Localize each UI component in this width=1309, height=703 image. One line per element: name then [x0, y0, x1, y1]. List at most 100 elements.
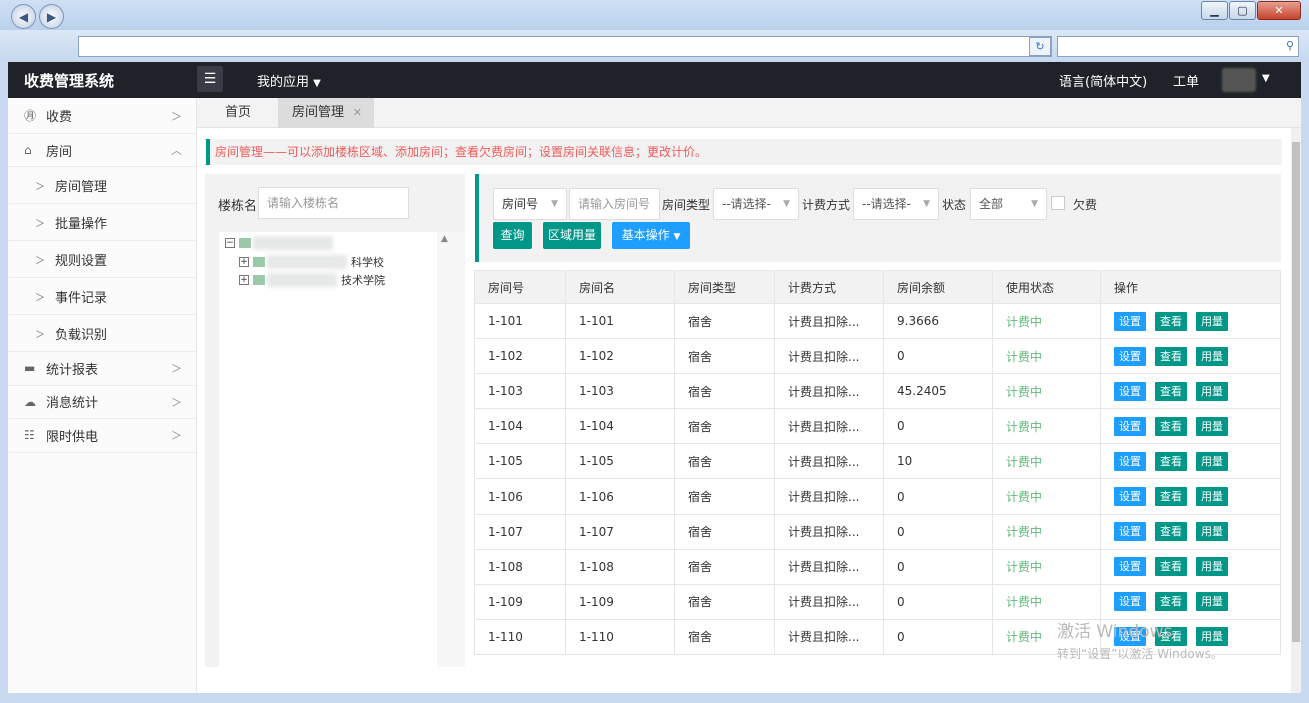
area-usage-button[interactable]: 区域用量	[543, 222, 601, 249]
view-button[interactable]: 查看	[1155, 346, 1187, 366]
tree-node[interactable]: + 科学校	[239, 254, 384, 270]
user-chevron-down-icon[interactable]: ▼	[1262, 73, 1270, 84]
room-number-input[interactable]: 请输入房间号	[569, 188, 660, 220]
tree-node[interactable]: + 技术学院	[239, 272, 385, 288]
sidebar-subitem-batch[interactable]: ＞ 批量操作	[8, 204, 196, 241]
room-name-cell: 1-101	[565, 302, 675, 340]
set-button[interactable]: 设置	[1114, 487, 1146, 507]
set-button[interactable]: 设置	[1114, 522, 1146, 542]
sidebar-subitem-load[interactable]: ＞ 负载识别	[8, 315, 196, 352]
view-button[interactable]: 查看	[1155, 416, 1187, 436]
sidebar-subitem-room-management[interactable]: ＞ 房间管理	[8, 167, 196, 204]
actions-cell: 设置 查看 用量	[1100, 583, 1281, 620]
usage-button[interactable]: 用量	[1196, 311, 1228, 331]
close-icon[interactable]: ✕	[353, 98, 362, 128]
ticket-link[interactable]: 工单	[1173, 71, 1199, 90]
billing-select[interactable]: --请选择- ▼	[853, 188, 939, 220]
view-button[interactable]: 查看	[1155, 592, 1187, 612]
view-button[interactable]: 查看	[1155, 522, 1187, 542]
usage-button[interactable]: 用量	[1196, 487, 1228, 507]
menu-toggle-icon[interactable]: ☰	[197, 66, 223, 92]
set-button[interactable]: 设置	[1114, 346, 1146, 366]
set-button[interactable]: 设置	[1114, 311, 1146, 331]
table-row[interactable]: 1-108 1-108 宿舍 计费且扣除... 0 计费中 设置 查看 用量	[474, 548, 1281, 585]
usage-button[interactable]: 用量	[1196, 416, 1228, 436]
table-row[interactable]: 1-105 1-105 宿舍 计费且扣除... 10 计费中 设置 查看 用量	[474, 443, 1281, 480]
table-row[interactable]: 1-106 1-106 宿舍 计费且扣除... 0 计费中 设置 查看 用量	[474, 478, 1281, 515]
expand-icon[interactable]: +	[239, 257, 249, 267]
view-button[interactable]: 查看	[1155, 311, 1187, 331]
page-scrollbar[interactable]	[1291, 128, 1301, 693]
sidebar-item-reports[interactable]: ▬ 统计报表 ＞	[8, 352, 196, 386]
usage-button[interactable]: 用量	[1196, 346, 1228, 366]
status-select[interactable]: 全部 ▼	[970, 188, 1047, 220]
maximize-icon[interactable]: ▢	[1229, 1, 1256, 20]
set-button[interactable]: 设置	[1114, 416, 1146, 436]
table-row[interactable]: 1-103 1-103 宿舍 计费且扣除... 45.2405 计费中 设置 查看 用量	[474, 373, 1281, 410]
collapse-icon[interactable]: −	[225, 238, 235, 248]
avatar[interactable]	[1222, 68, 1256, 92]
building-search-input[interactable]: 请输入楼栋名	[258, 187, 409, 219]
actions-cell: 设置 查看 用量	[1100, 443, 1281, 480]
activation-watermark-subtitle: 转到“设置”以激活 Windows。	[1057, 647, 1223, 661]
main-content: 房间管理——可以添加楼栋区域、添加房间；查看欠费房间；设置房间关联信息；更改计价…	[197, 128, 1301, 693]
my-apps-menu[interactable]: 我的应用 ▼	[257, 71, 321, 90]
tab-room-management[interactable]: 房间管理 ✕	[278, 98, 375, 128]
chevron-down-icon: ▼	[923, 199, 930, 209]
room-type-select[interactable]: --请选择- ▼	[713, 188, 799, 220]
language-switch[interactable]: 语言(简体中文)	[1059, 71, 1147, 90]
expand-icon[interactable]: +	[239, 275, 249, 285]
basic-operations-button[interactable]: 基本操作 ▼	[612, 222, 690, 249]
sidebar-item-rooms[interactable]: ⌂ 房间 ︿	[8, 134, 196, 167]
view-button[interactable]: 查看	[1155, 381, 1187, 401]
address-bar[interactable]	[78, 36, 1052, 57]
set-button[interactable]: 设置	[1114, 451, 1146, 471]
browser-search-input[interactable]: ⚲	[1057, 36, 1299, 57]
status-cell: 计费中	[992, 548, 1101, 585]
folder-icon	[239, 238, 251, 248]
tab-home[interactable]: 首页	[211, 98, 265, 128]
tree-root[interactable]: −	[225, 236, 337, 250]
table-row[interactable]: 1-102 1-102 宿舍 计费且扣除... 0 计费中 设置 查看 用量	[474, 338, 1281, 375]
sidebar-subitem-events[interactable]: ＞ 事件记录	[8, 278, 196, 315]
usage-button[interactable]: 用量	[1196, 557, 1228, 577]
sidebar-subitem-label: 房间管理	[55, 179, 108, 195]
room-field-select[interactable]: 房间号 ▼	[493, 188, 567, 220]
set-button[interactable]: 设置	[1114, 557, 1146, 577]
table-row[interactable]: 1-109 1-109 宿舍 计费且扣除... 0 计费中 设置 查看 用量	[474, 583, 1281, 620]
table-row[interactable]: 1-104 1-104 宿舍 计费且扣除... 0 计费中 设置 查看 用量	[474, 408, 1281, 445]
view-button[interactable]: 查看	[1155, 557, 1187, 577]
search-icon[interactable]: ⚲	[1286, 39, 1294, 52]
sidebar-item-label: 收费	[46, 110, 73, 125]
view-button[interactable]: 查看	[1155, 487, 1187, 507]
table-row[interactable]: 1-107 1-107 宿舍 计费且扣除... 0 计费中 设置 查看 用量	[474, 513, 1281, 550]
usage-button[interactable]: 用量	[1196, 451, 1228, 471]
arrears-checkbox[interactable]	[1051, 196, 1065, 210]
tree-scrollbar[interactable]: ▲	[437, 232, 465, 667]
forward-icon[interactable]: ▶	[39, 4, 64, 29]
set-button[interactable]: 设置	[1114, 381, 1146, 401]
sidebar-item-timed-power[interactable]: ☷ 限时供电 ＞	[8, 419, 196, 453]
scrollbar-thumb[interactable]	[1292, 142, 1300, 642]
scroll-up-icon[interactable]: ▲	[441, 234, 448, 244]
sidebar-item-messages[interactable]: ☁ 消息统计 ＞	[8, 386, 196, 419]
sidebar-item-billing[interactable]: ㊊ 收费 ＞	[8, 98, 196, 134]
sidebar-subitem-rules[interactable]: ＞ 规则设置	[8, 241, 196, 278]
close-icon[interactable]: ✕	[1257, 1, 1301, 20]
usage-button[interactable]: 用量	[1196, 522, 1228, 542]
set-button[interactable]: 设置	[1114, 592, 1146, 612]
table-row[interactable]: 1-101 1-101 宿舍 计费且扣除... 9.3666 计费中 设置 查看 用量	[474, 302, 1281, 340]
minimize-icon[interactable]: ▁	[1201, 1, 1228, 20]
usage-button[interactable]: 用量	[1196, 627, 1228, 647]
status-cell: 计费中	[992, 443, 1101, 480]
back-icon[interactable]: ◀	[11, 4, 36, 29]
usage-button[interactable]: 用量	[1196, 381, 1228, 401]
chevron-down-icon: ▼	[313, 78, 321, 89]
refresh-icon[interactable]: ↻	[1029, 37, 1051, 56]
chevron-down-icon: ▼	[1031, 199, 1038, 209]
query-button[interactable]: 查询	[493, 222, 532, 249]
billing-value: --请选择-	[862, 197, 911, 211]
view-button[interactable]: 查看	[1155, 451, 1187, 471]
usage-button[interactable]: 用量	[1196, 592, 1228, 612]
billing-cell: 计费且扣除...	[774, 373, 884, 410]
